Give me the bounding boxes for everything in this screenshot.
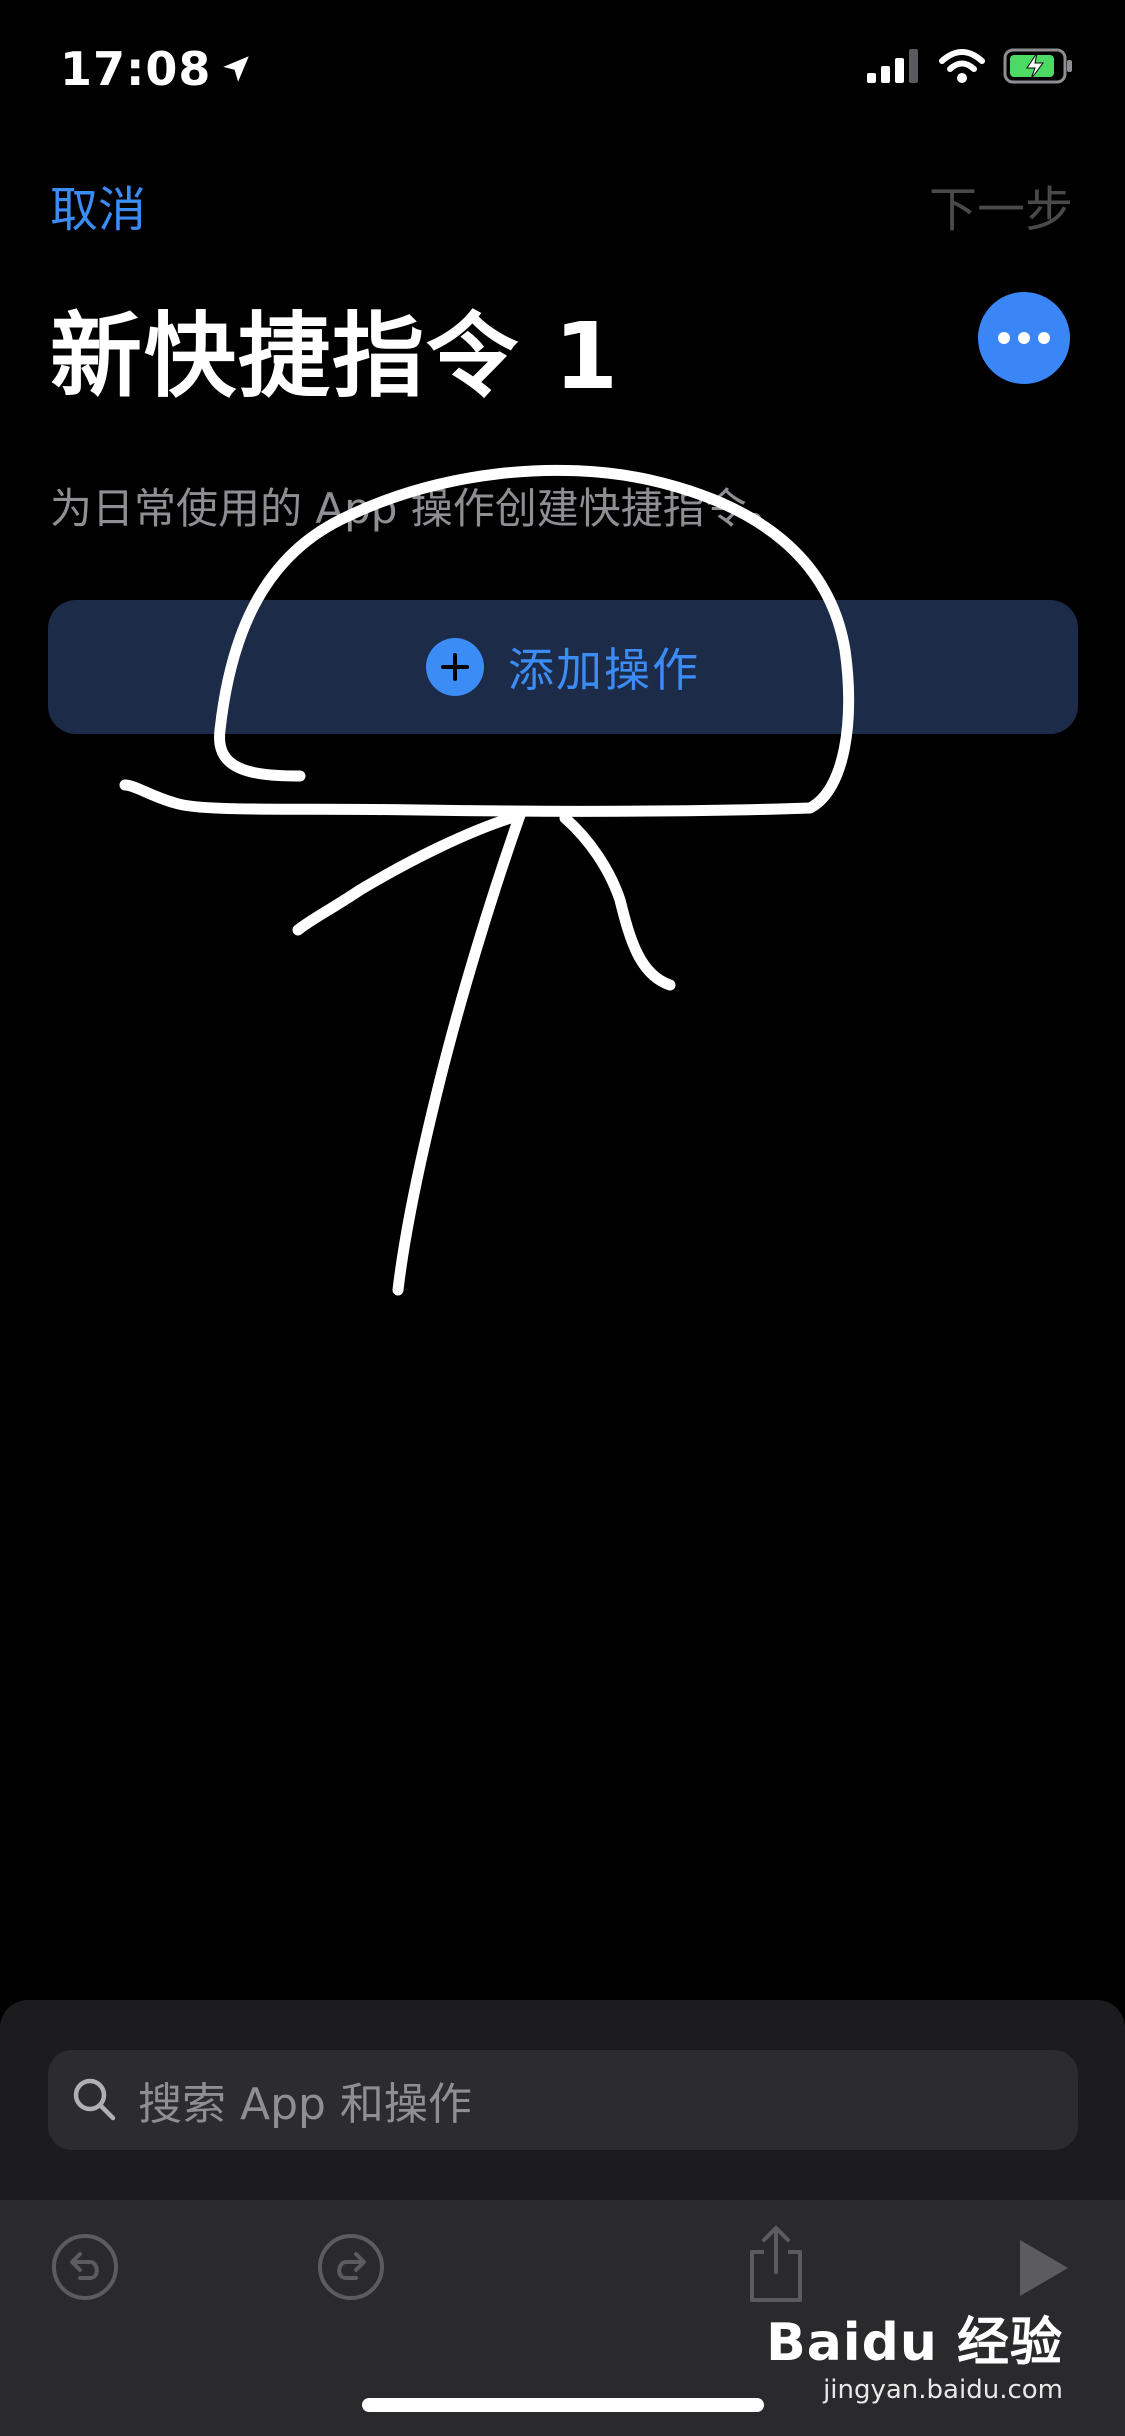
watermark-logo: Baidu 经验 (766, 2313, 1063, 2373)
redo-icon[interactable] (316, 2232, 386, 2302)
status-icons (867, 48, 1075, 84)
undo-icon[interactable] (50, 2232, 120, 2302)
page-title: 新快捷指令 1 (50, 303, 621, 410)
cancel-button[interactable]: 取消 (50, 170, 146, 240)
play-icon[interactable] (1016, 2236, 1072, 2300)
location-arrow-icon (223, 56, 250, 82)
subtitle: 为日常使用的 App 操作创建快捷指令。 (50, 484, 789, 533)
share-icon[interactable] (744, 2222, 808, 2306)
ellipsis-dot (1018, 332, 1030, 344)
wifi-icon (939, 49, 985, 83)
status-time: 17:08 (60, 42, 253, 96)
ellipsis-icon (998, 332, 1010, 344)
more-options-button[interactable] (978, 292, 1070, 384)
baidu-jingyan-watermark: Baidu 经验 jingyan.baidu.com (766, 2300, 1063, 2405)
battery-charging-icon (1003, 48, 1072, 84)
search-placeholder: 搜索 App 和操作 (138, 2079, 472, 2130)
add-action-label: 添加操作 (508, 643, 700, 697)
status-time-label: 17:08 (60, 42, 212, 96)
signal-icon (867, 49, 918, 83)
next-button[interactable]: 下一步 (929, 170, 1073, 240)
home-indicator[interactable] (362, 2398, 764, 2412)
plus-circle-icon (426, 638, 484, 696)
search-input[interactable]: 搜索 App 和操作 (48, 2050, 1078, 2150)
watermark-site: jingyan.baidu.com (823, 2375, 1063, 2405)
ellipsis-dot (1038, 332, 1050, 344)
search-icon (73, 2078, 116, 2121)
add-action-button[interactable]: 添加操作 (48, 600, 1078, 734)
plus-icon (441, 653, 469, 681)
